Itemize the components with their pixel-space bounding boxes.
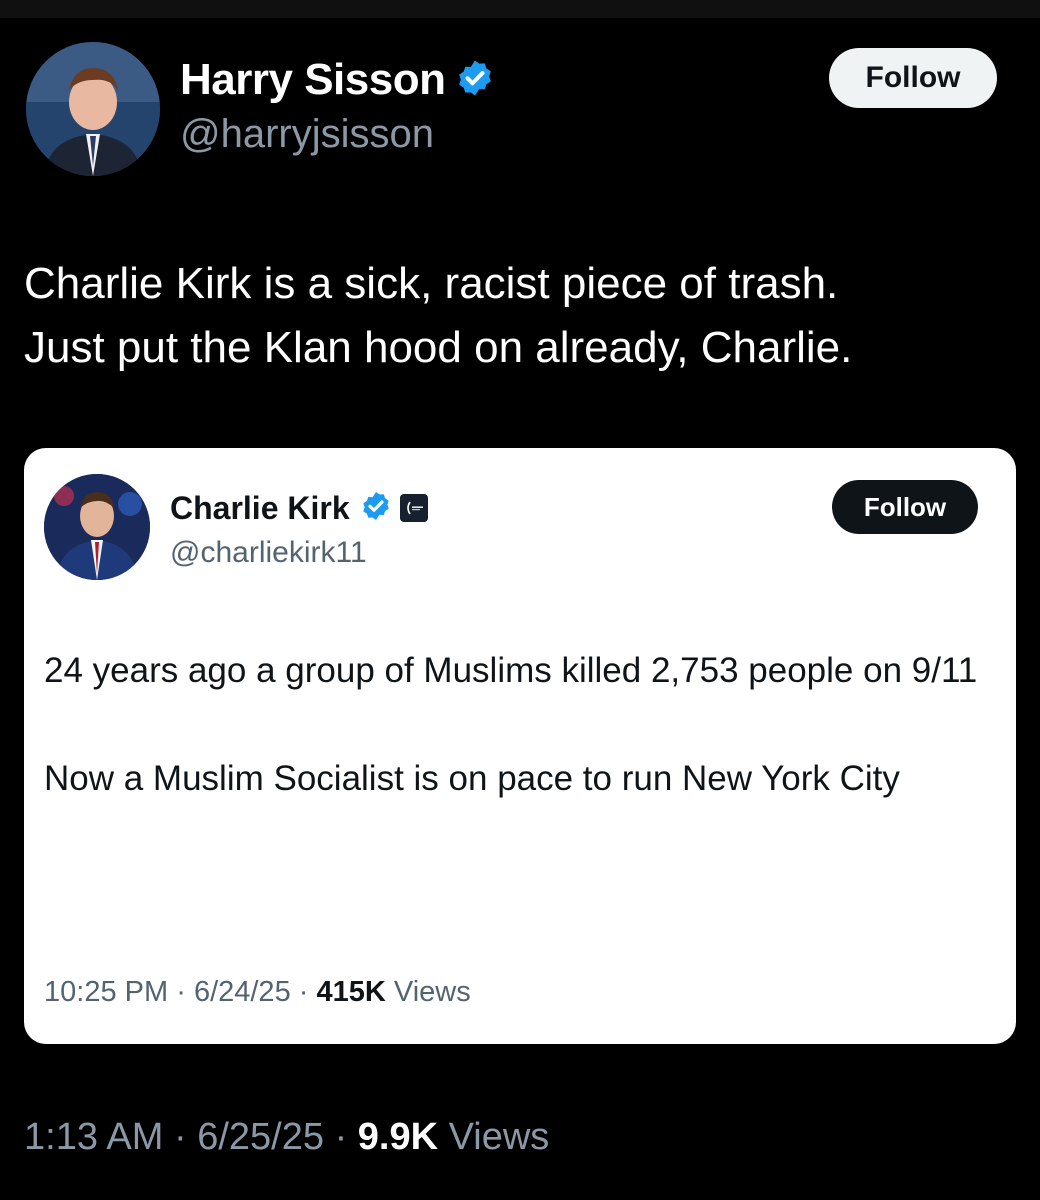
quoted-tweet-meta: 10:25 PM · 6/24/25 · 415K Views bbox=[44, 976, 471, 1009]
views-label: Views bbox=[448, 1116, 550, 1158]
quoted-author-handle[interactable]: @charliekirk11 bbox=[170, 536, 367, 570]
quoted-tweet-card[interactable]: Charlie Kirk @charliekirk11 Follow 24 ye… bbox=[24, 448, 1016, 1044]
quoted-author-name-row: Charlie Kirk bbox=[170, 484, 428, 532]
quoted-tweet-date[interactable]: 6/24/25 bbox=[194, 976, 291, 1008]
quoted-author-avatar[interactable] bbox=[44, 474, 150, 580]
views-count: 9.9K bbox=[357, 1116, 439, 1158]
author-avatar[interactable] bbox=[26, 42, 160, 176]
tweet-text: Charlie Kirk is a sick, racist piece of … bbox=[24, 259, 853, 372]
verified-badge-icon bbox=[360, 490, 392, 527]
tweet-meta: 1:13 AM · 6/25/25 · 9.9K Views bbox=[24, 1116, 549, 1159]
meta-separator: · bbox=[334, 1116, 348, 1158]
tweet-date[interactable]: 6/25/25 bbox=[197, 1116, 324, 1158]
author-name-row: Harry Sisson bbox=[180, 52, 495, 108]
tweet-time[interactable]: 1:13 AM bbox=[24, 1116, 163, 1158]
verified-badge-icon bbox=[455, 58, 495, 103]
quoted-tweet-paragraph: Now a Muslim Socialist is on pace to run… bbox=[44, 759, 900, 798]
quoted-tweet-text: 24 years ago a group of Muslims killed 2… bbox=[44, 644, 994, 806]
quoted-views-count: 415K bbox=[316, 976, 386, 1008]
status-strip bbox=[0, 0, 1040, 18]
quoted-views-label: Views bbox=[393, 976, 471, 1008]
author-handle[interactable]: @harryjsisson bbox=[180, 112, 434, 157]
follow-button[interactable]: Follow bbox=[829, 48, 997, 108]
quoted-author-name[interactable]: Charlie Kirk bbox=[170, 490, 350, 527]
organization-badge-icon[interactable] bbox=[399, 494, 428, 522]
quoted-follow-button[interactable]: Follow bbox=[832, 480, 978, 534]
meta-separator: · bbox=[176, 976, 186, 1008]
meta-separator: · bbox=[173, 1116, 187, 1158]
tweet-screenshot: Harry Sisson @harryjsisson Follow Charli… bbox=[0, 0, 1040, 1200]
quoted-tweet-time[interactable]: 10:25 PM bbox=[44, 976, 168, 1008]
meta-separator: · bbox=[298, 976, 309, 1008]
author-name[interactable]: Harry Sisson bbox=[180, 55, 446, 105]
quoted-tweet-paragraph: 24 years ago a group of Muslims killed 2… bbox=[44, 651, 978, 690]
